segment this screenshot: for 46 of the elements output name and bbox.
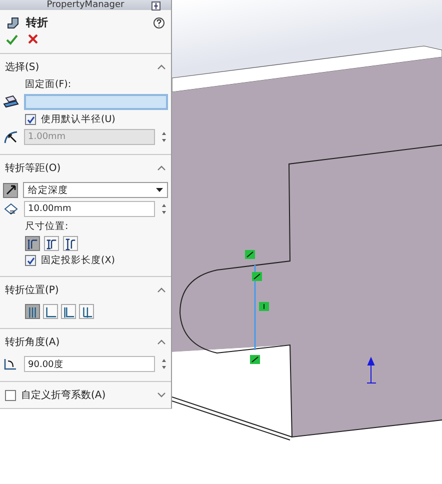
bend-position-button[interactable] bbox=[61, 304, 76, 319]
dimension-position-button[interactable] bbox=[44, 236, 59, 251]
expand-chevron-icon[interactable] bbox=[157, 392, 166, 398]
bend-position-button[interactable] bbox=[79, 304, 94, 319]
section-title: 转折位置(P) bbox=[5, 284, 59, 297]
origin-axis-icon bbox=[366, 356, 376, 384]
pin-icon[interactable] bbox=[151, 1, 161, 11]
help-icon[interactable] bbox=[153, 16, 165, 28]
sketch-relation-icon[interactable] bbox=[250, 355, 260, 364]
angle-icon bbox=[3, 357, 19, 371]
face-select-icon bbox=[3, 95, 19, 109]
bend-position-button[interactable] bbox=[25, 304, 40, 319]
checkbox-label: 固定投影长度(X) bbox=[41, 254, 115, 267]
bend-position-button[interactable] bbox=[43, 304, 58, 319]
confirm-check-icon[interactable] bbox=[6, 34, 18, 45]
angle-field[interactable]: 90.00度 bbox=[24, 356, 155, 372]
field-label: 尺寸位置: bbox=[25, 221, 68, 232]
distance-field[interactable]: 10.00mm bbox=[24, 201, 155, 217]
sketch-relation-icon[interactable] bbox=[252, 272, 262, 281]
section-title: 转折等距(O) bbox=[5, 162, 61, 175]
dropdown-arrow-icon[interactable] bbox=[156, 188, 163, 192]
end-condition-dropdown[interactable]: 给定深度 bbox=[23, 182, 168, 198]
section-title: 自定义折弯系数(A) bbox=[21, 388, 106, 402]
panel-header-title: PropertyManager bbox=[46, 0, 124, 10]
sketch-relation-icon[interactable] bbox=[245, 250, 255, 259]
distance-dimension-icon bbox=[3, 202, 19, 216]
checkbox-label: 使用默认半径(U) bbox=[41, 113, 116, 126]
bend-feature-icon bbox=[6, 16, 20, 30]
section-title: 选择(S) bbox=[5, 60, 40, 74]
collapse-chevron-icon[interactable] bbox=[157, 287, 166, 293]
collapse-chevron-icon[interactable] bbox=[157, 339, 166, 345]
radius-icon bbox=[3, 129, 19, 145]
dimension-position-button[interactable] bbox=[25, 236, 40, 251]
sketch-relation-icon[interactable] bbox=[259, 302, 269, 311]
collapse-chevron-icon[interactable] bbox=[157, 64, 166, 70]
checkbox[interactable] bbox=[5, 390, 16, 400]
dimension-position-button[interactable] bbox=[63, 236, 78, 251]
field-label: 固定面(F): bbox=[25, 79, 72, 90]
checkbox[interactable] bbox=[25, 255, 36, 266]
reverse-direction-button[interactable] bbox=[3, 182, 18, 198]
feature-title: 转折 bbox=[26, 15, 49, 30]
cancel-x-icon[interactable] bbox=[28, 34, 38, 44]
collapse-chevron-icon[interactable] bbox=[157, 165, 166, 171]
checkbox[interactable] bbox=[25, 114, 36, 125]
section-title: 转折角度(A) bbox=[5, 336, 60, 349]
face-selection-field[interactable] bbox=[24, 94, 168, 110]
